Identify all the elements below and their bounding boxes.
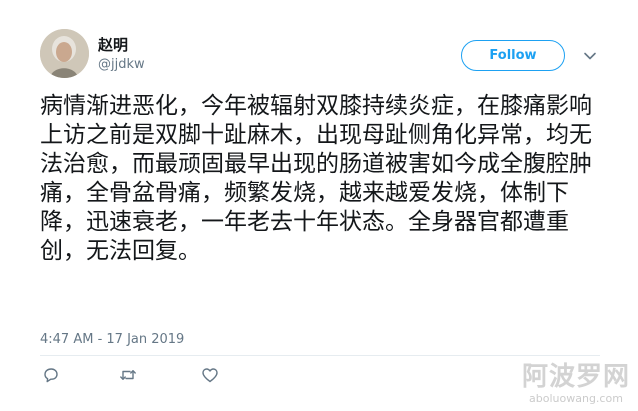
watermark: 阿波罗网 aboluowang.com bbox=[522, 362, 630, 405]
screen-name[interactable]: @jjdkw bbox=[98, 57, 145, 73]
tweet-text: 病情渐进恶化，今年被辐射双膝持续炎症，在膝痛影响上访之前是双脚十趾麻木，出现母趾… bbox=[40, 93, 592, 264]
heart-icon[interactable] bbox=[201, 366, 219, 384]
watermark-url: aboluowang.com bbox=[529, 392, 623, 405]
timestamp[interactable]: 4:47 AM - 17 Jan 2019 bbox=[40, 332, 184, 348]
reply-icon[interactable] bbox=[42, 366, 60, 384]
follow-button[interactable]: Follow bbox=[461, 40, 565, 71]
watermark-title: 阿波罗网 bbox=[521, 362, 630, 392]
display-name[interactable]: 赵明 bbox=[98, 36, 128, 54]
chevron-down-icon[interactable] bbox=[583, 49, 597, 63]
avatar[interactable] bbox=[40, 29, 89, 78]
retweet-icon[interactable] bbox=[119, 366, 137, 384]
divider bbox=[40, 355, 600, 356]
tweet-card: 赵明 @jjdkw Follow 病情渐进恶化，今年被辐射双膝持续炎症，在膝痛影… bbox=[0, 0, 638, 411]
